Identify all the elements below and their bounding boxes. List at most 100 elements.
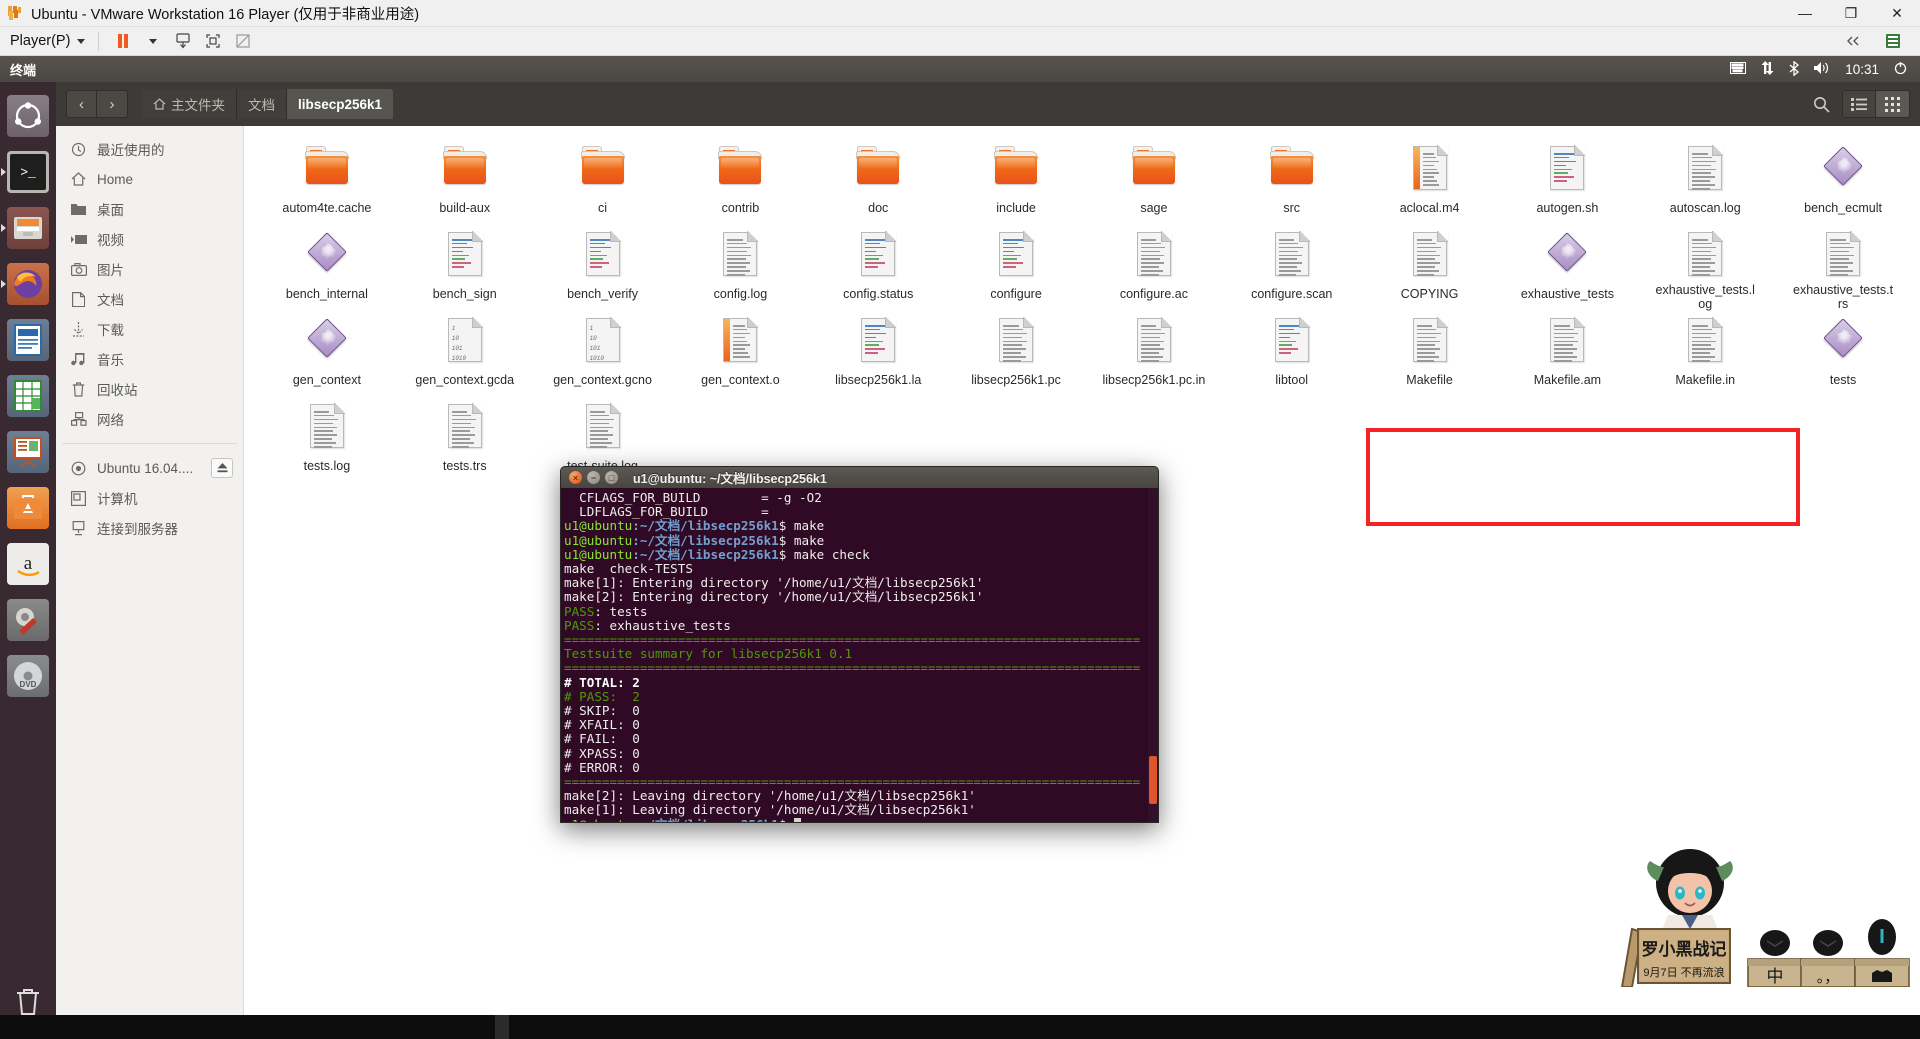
file-item[interactable]: COPYING — [1361, 226, 1499, 312]
fullscreen-icon[interactable] — [198, 29, 228, 53]
file-item[interactable]: include — [947, 140, 1085, 226]
file-item[interactable]: libsecp256k1.pc — [947, 312, 1085, 398]
eject-icon[interactable] — [211, 458, 233, 478]
file-item[interactable]: autom4te.cache — [258, 140, 396, 226]
terminal-minimize-button[interactable]: − — [587, 471, 600, 484]
breadcrumb-home[interactable]: 主文件夹 — [142, 89, 237, 119]
sidebar-item-desktop[interactable]: 桌面 — [56, 194, 243, 224]
file-item[interactable]: libtool — [1223, 312, 1361, 398]
unity-mode-icon[interactable] — [228, 29, 258, 53]
launcher-item-dash[interactable] — [0, 88, 56, 144]
bluetooth-indicator-icon[interactable] — [1789, 59, 1800, 78]
file-item[interactable]: autogen.sh — [1498, 140, 1636, 226]
launcher-item-dvd[interactable]: DVD — [0, 648, 56, 704]
file-item[interactable]: 1 10 101 1010 gen_context.gcno — [534, 312, 672, 398]
file-item[interactable]: libsecp256k1.pc.in — [1085, 312, 1223, 398]
sidebar-device-computer[interactable]: 计算机 — [56, 483, 243, 513]
file-item[interactable]: autoscan.log — [1636, 140, 1774, 226]
file-item[interactable]: config.log — [671, 226, 809, 312]
file-item[interactable]: tests.trs — [396, 398, 534, 484]
file-item[interactable]: doc — [809, 140, 947, 226]
toolbar-menu-icon[interactable] — [1878, 29, 1908, 53]
sidebar-item-trash[interactable]: 回收站 — [56, 374, 243, 404]
maximize-button[interactable]: ❐ — [1828, 0, 1874, 26]
list-view-icon[interactable] — [1842, 90, 1876, 118]
launcher-item-software-center[interactable] — [0, 480, 56, 536]
sidebar-item-music[interactable]: 音乐 — [56, 344, 243, 374]
sidebar-item-recent[interactable]: 最近使用的 — [56, 134, 243, 164]
player-menu-button[interactable]: Player(P) — [6, 31, 89, 51]
scrollbar-thumb[interactable] — [1149, 756, 1157, 804]
pause-dropdown-icon[interactable] — [138, 29, 168, 53]
file-item[interactable]: exhaustive_tests.trs — [1774, 226, 1912, 312]
file-item[interactable]: bench_verify — [534, 226, 672, 312]
terminal-close-button[interactable]: × — [569, 471, 582, 484]
sidebar-connect-server[interactable]: 连接到服务器 — [56, 513, 243, 543]
terminal-maximize-button[interactable]: □ — [605, 471, 618, 484]
sidebar-item-home[interactable]: Home — [56, 164, 243, 194]
file-item[interactable]: build-aux — [396, 140, 534, 226]
pause-icon[interactable] — [108, 29, 138, 53]
file-item[interactable]: ci — [534, 140, 672, 226]
file-item[interactable]: exhaustive_tests.log — [1636, 226, 1774, 312]
file-item[interactable]: configure — [947, 226, 1085, 312]
minimize-button[interactable]: — — [1782, 0, 1828, 26]
forward-button[interactable]: › — [97, 90, 128, 118]
send-key-icon[interactable] — [168, 29, 198, 53]
file-item[interactable]: libsecp256k1.la — [809, 312, 947, 398]
file-item[interactable]: bench_sign — [396, 226, 534, 312]
terminal-scrollbar[interactable] — [1148, 488, 1158, 822]
file-item[interactable]: Makefile.in — [1636, 312, 1774, 398]
file-item[interactable]: bench_internal — [258, 226, 396, 312]
file-item[interactable]: contrib — [671, 140, 809, 226]
breadcrumb: 主文件夹 文档 libsecp256k1 — [142, 89, 394, 119]
launcher-item-system-settings[interactable] — [0, 592, 56, 648]
terminal-body[interactable]: CFLAGS_FOR_BUILD = -g -O2 LDFLAGS_FOR_BU… — [560, 488, 1159, 823]
grid-view-icon[interactable] — [1876, 90, 1910, 118]
breadcrumb-documents[interactable]: 文档 — [237, 89, 287, 119]
sidebar-item-pictures[interactable]: 图片 — [56, 254, 243, 284]
file-item[interactable]: sage — [1085, 140, 1223, 226]
file-item[interactable]: configure.ac — [1085, 226, 1223, 312]
panel-clock[interactable]: 10:31 — [1845, 62, 1879, 77]
sidebar-item-documents[interactable]: 文档 — [56, 284, 243, 314]
search-icon[interactable] — [1804, 90, 1838, 118]
launcher-item-amazon[interactable]: a — [0, 536, 56, 592]
file-item[interactable]: configure.scan — [1223, 226, 1361, 312]
file-item[interactable]: aclocal.m4 — [1361, 140, 1499, 226]
collapse-toolbar-icon[interactable] — [1838, 29, 1868, 53]
volume-indicator-icon[interactable] — [1814, 61, 1831, 77]
file-item[interactable]: bench_ecmult — [1774, 140, 1912, 226]
firefox-icon — [7, 263, 49, 305]
file-item[interactable]: gen_context — [258, 312, 396, 398]
power-gear-icon[interactable] — [1893, 61, 1908, 78]
launcher-item-libreoffice-calc[interactable] — [0, 368, 56, 424]
sidebar-item-network[interactable]: 网络 — [56, 404, 243, 434]
sidebar-device-ubuntu-iso[interactable]: Ubuntu 16.04.... — [56, 453, 243, 483]
file-item[interactable]: gen_context.o — [671, 312, 809, 398]
file-item[interactable]: config.status — [809, 226, 947, 312]
launcher-item-libreoffice-impress[interactable] — [0, 424, 56, 480]
file-item[interactable]: tests.log — [258, 398, 396, 484]
document-icon — [70, 291, 87, 308]
back-button[interactable]: ‹ — [66, 90, 97, 118]
sidebar-label: 图片 — [97, 263, 124, 278]
file-item[interactable]: exhaustive_tests — [1498, 226, 1636, 312]
file-label: src — [1283, 201, 1301, 215]
launcher-item-files[interactable] — [0, 200, 56, 256]
file-item[interactable]: Makefile — [1361, 312, 1499, 398]
launcher-item-firefox[interactable] — [0, 256, 56, 312]
close-button[interactable]: ✕ — [1874, 0, 1920, 26]
file-item[interactable]: tests — [1774, 312, 1912, 398]
sidebar-item-videos[interactable]: 视频 — [56, 224, 243, 254]
sidebar-label: 回收站 — [97, 383, 138, 398]
file-item[interactable]: 1 10 101 1010 gen_context.gcda — [396, 312, 534, 398]
launcher-item-terminal[interactable]: >_ — [0, 144, 56, 200]
network-indicator-icon[interactable] — [1760, 61, 1775, 77]
launcher-item-libreoffice-writer[interactable] — [0, 312, 56, 368]
breadcrumb-current[interactable]: libsecp256k1 — [287, 89, 394, 119]
file-item[interactable]: src — [1223, 140, 1361, 226]
keyboard-indicator-icon[interactable] — [1730, 62, 1747, 76]
file-item[interactable]: Makefile.am — [1498, 312, 1636, 398]
sidebar-item-downloads[interactable]: 下载 — [56, 314, 243, 344]
